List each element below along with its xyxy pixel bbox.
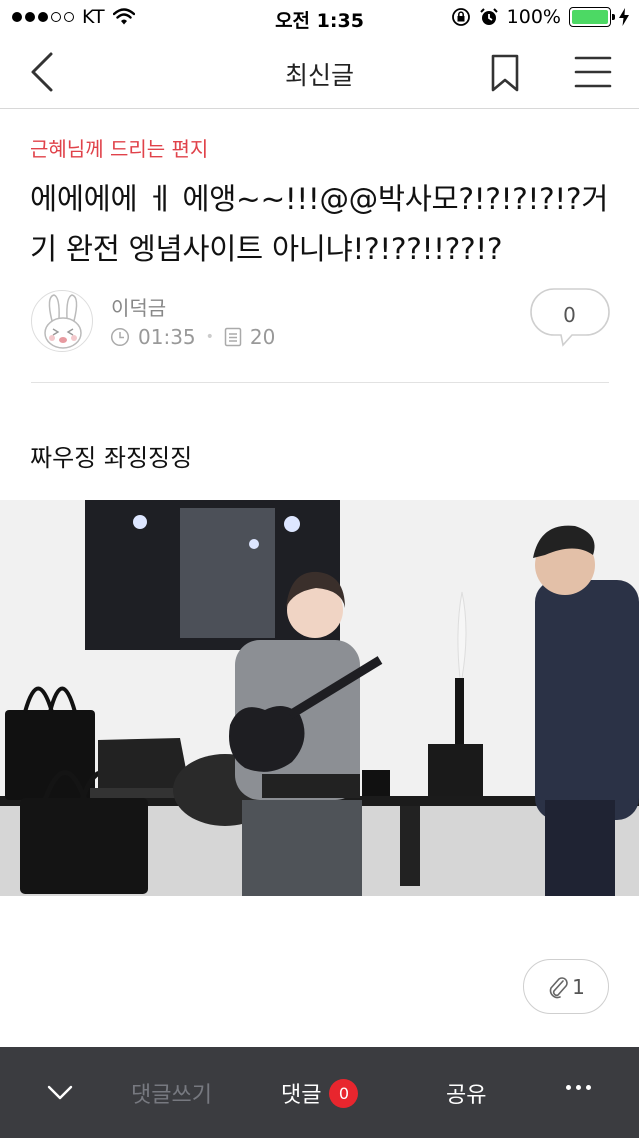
post-body: 짜우징 좌징징징 xyxy=(30,444,193,472)
comments-button[interactable]: 댓글 0 xyxy=(281,1077,359,1109)
chevron-down-icon[interactable] xyxy=(46,1080,74,1104)
bottom-bar: 댓글쓰기 댓글 0 공유 xyxy=(0,1047,639,1138)
attachment-count: 1 xyxy=(572,974,585,999)
document-views-icon xyxy=(224,327,242,347)
meta-separator: • xyxy=(205,329,214,345)
clock-icon xyxy=(110,327,130,347)
rabbit-avatar-icon xyxy=(44,294,82,349)
hamburger-menu-icon[interactable] xyxy=(574,54,612,90)
battery-percent: 100% xyxy=(506,6,561,28)
post-views: 20 xyxy=(249,325,276,349)
battery-icon xyxy=(569,7,615,27)
write-comment-button[interactable]: 댓글쓰기 xyxy=(131,1077,212,1109)
post-category[interactable]: 근혜님께 드리는 편지 xyxy=(30,133,208,162)
comments-label: 댓글 xyxy=(281,1083,322,1108)
comment-count[interactable]: 0 xyxy=(530,303,609,327)
photo-illustration xyxy=(0,500,639,896)
post-meta: 01:35 • 20 xyxy=(110,325,275,349)
paperclip-icon xyxy=(549,976,568,998)
post-photo[interactable] xyxy=(0,500,639,896)
status-bar: KT 오전 1:35 100% xyxy=(0,0,639,36)
comments-badge: 0 xyxy=(329,1078,359,1108)
share-button[interactable]: 공유 xyxy=(446,1077,486,1109)
status-right: 100% xyxy=(451,6,629,28)
alarm-icon xyxy=(479,8,498,25)
nav-bar: 최신글 xyxy=(0,36,639,109)
header-divider xyxy=(31,382,609,383)
author-avatar[interactable] xyxy=(31,290,93,352)
rotation-lock-icon xyxy=(451,8,470,26)
bookmark-icon[interactable] xyxy=(488,53,522,93)
author-name[interactable]: 이덕금 xyxy=(111,292,166,321)
nav-title: 최신글 xyxy=(284,61,354,90)
more-options-icon[interactable] xyxy=(566,1085,591,1090)
attachment-button[interactable]: 1 xyxy=(523,959,609,1014)
charging-icon xyxy=(619,8,629,26)
post-title: 에에에에 ㅔ 에앵~~!!!@@박사모?!?!?!?!?거기 완전 엥념사이트 … xyxy=(30,182,609,266)
post-time: 01:35 xyxy=(138,325,196,349)
